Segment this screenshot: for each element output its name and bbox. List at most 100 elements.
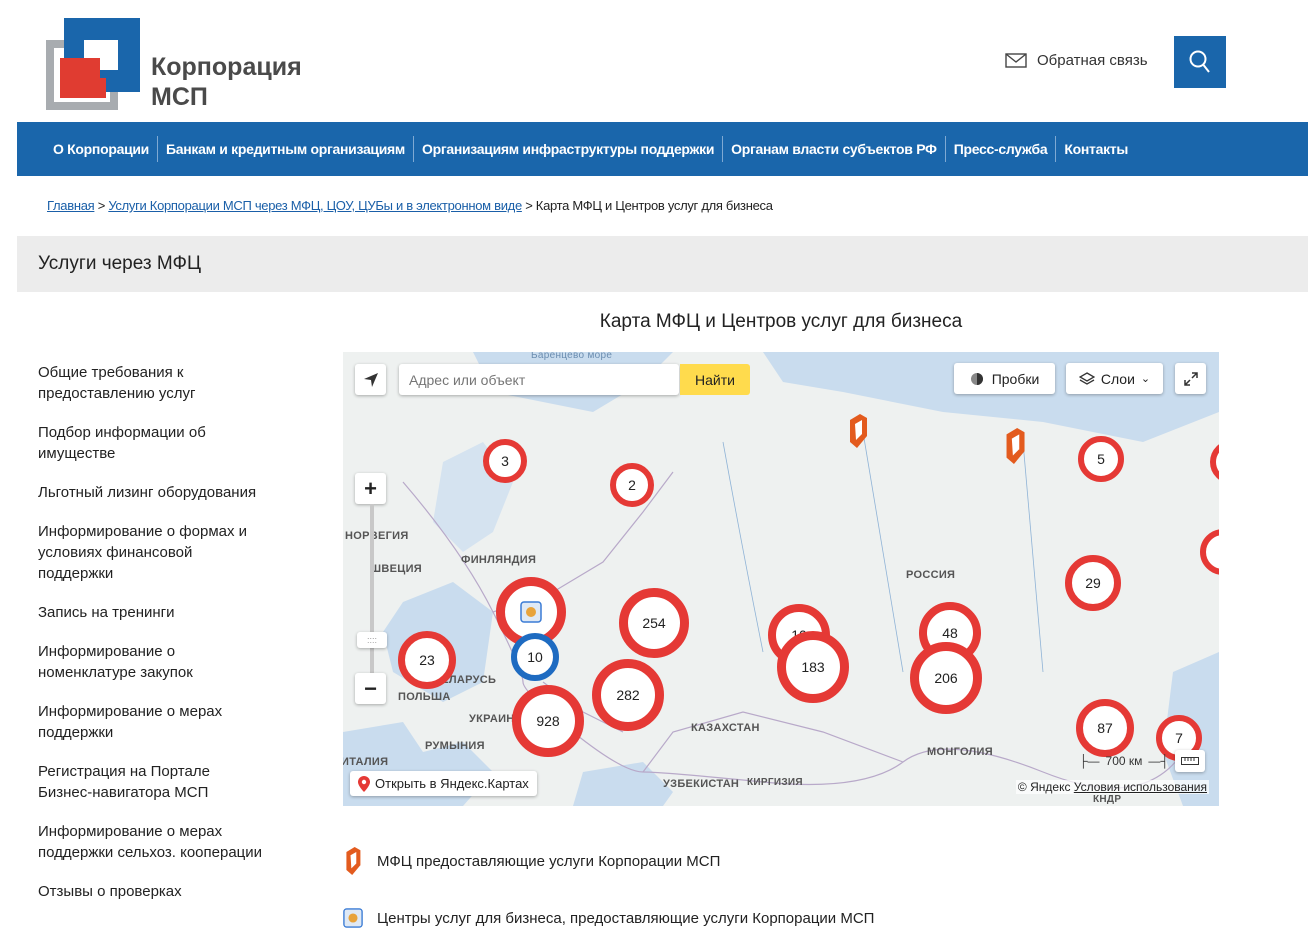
country-label: НОРВЕГИЯ bbox=[345, 530, 409, 542]
scale-bar-right: —┤ bbox=[1148, 754, 1169, 768]
sidebar-item-requirements[interactable]: Общие требования к предоставлению услуг bbox=[38, 362, 263, 404]
navigation-arrow-icon bbox=[363, 372, 378, 387]
map-cluster[interactable]: 183 bbox=[777, 631, 849, 703]
map-cluster[interactable]: 3 bbox=[483, 439, 527, 483]
zoom-slider-track[interactable] bbox=[370, 504, 374, 674]
country-label: Баренцево море bbox=[531, 352, 613, 361]
map-cluster-blue[interactable]: 10 bbox=[511, 633, 559, 681]
legend-mfc: МФЦ предоставляющие услуги Корпорации МС… bbox=[343, 847, 720, 875]
map-cluster[interactable]: 206 bbox=[910, 642, 982, 714]
sidebar-item-property[interactable]: Подбор информации об имуществе bbox=[38, 422, 263, 464]
breadcrumb-current: Карта МФЦ и Центров услуг для бизнеса bbox=[535, 198, 773, 213]
nav-item-banks[interactable]: Банкам и кредитным организациям bbox=[157, 136, 413, 162]
site-header: Корпорация МСП Обратная связь bbox=[17, 0, 1308, 122]
map-cluster[interactable]: 254 bbox=[619, 588, 689, 658]
traffic-button[interactable]: Пробки bbox=[954, 363, 1055, 394]
nav-item-infrastructure[interactable]: Организациям инфраструктуры поддержки bbox=[412, 136, 722, 162]
sidebar-item-financial-support[interactable]: Информирование о формах и условиях финан… bbox=[38, 521, 263, 584]
country-label: РОССИЯ bbox=[906, 569, 956, 581]
search-icon bbox=[1189, 50, 1210, 73]
main-nav: О Корпорации Банкам и кредитным организа… bbox=[17, 122, 1308, 176]
breadcrumb: Главная > Услуги Корпорации МСП через МФ… bbox=[47, 198, 773, 213]
country-label: РУМЫНИЯ bbox=[425, 740, 485, 752]
map-cluster[interactable]: 282 bbox=[592, 659, 664, 731]
country-label: КИРГИЗИЯ bbox=[747, 777, 803, 788]
page-title: Услуги через МФЦ bbox=[38, 253, 201, 274]
feedback-label: Обратная связь bbox=[1037, 52, 1148, 69]
map-search-input[interactable] bbox=[399, 364, 679, 395]
scale-bar-left: ├— bbox=[1079, 754, 1100, 768]
map-pin-icon bbox=[358, 775, 370, 792]
mfc-legend-icon bbox=[346, 847, 361, 875]
country-label: ИТАЛИЯ bbox=[343, 756, 389, 768]
layers-icon bbox=[1078, 371, 1095, 385]
sidebar-item-leasing[interactable]: Льготный лизинг оборудования bbox=[38, 482, 263, 503]
map-cluster[interactable]: 928 bbox=[512, 685, 584, 757]
map-cluster[interactable]: 23 bbox=[398, 631, 456, 689]
country-label: УЗБЕКИСТАН bbox=[663, 778, 740, 790]
yandex-map[interactable]: Баренцево море НОРВЕГИЯ ШВЕЦИЯ ФИНЛЯНДИЯ… bbox=[343, 352, 1219, 806]
sidebar-item-trainings[interactable]: Запись на тренинги bbox=[38, 602, 263, 623]
map-heading: Карта МФЦ и Центров услуг для бизнеса bbox=[599, 311, 963, 332]
section-header: Услуги через МФЦ bbox=[17, 236, 1308, 292]
site-search-button[interactable] bbox=[1174, 36, 1226, 88]
feedback-link[interactable]: Обратная связь bbox=[1005, 52, 1148, 69]
country-label: ШВЕЦИЯ bbox=[370, 563, 422, 575]
fullscreen-button[interactable] bbox=[1175, 363, 1206, 394]
map-cluster[interactable]: 29 bbox=[1065, 555, 1121, 611]
sidebar-item-procurement[interactable]: Информирование о номенклатуре закупок bbox=[38, 641, 263, 683]
map-cluster[interactable]: 2 bbox=[610, 463, 654, 507]
legend-mfc-label: МФЦ предоставляющие услуги Корпорации МС… bbox=[377, 852, 721, 870]
sidebar-item-cooperation[interactable]: Информирование о мерах поддержки сельхоз… bbox=[38, 821, 263, 863]
breadcrumb-home[interactable]: Главная bbox=[47, 198, 95, 213]
zoom-slider-handle[interactable]: :::: bbox=[357, 632, 387, 648]
legend-centers: Центры услуг для бизнеса, предоставляющи… bbox=[343, 908, 874, 928]
map-find-button[interactable]: Найти bbox=[680, 364, 750, 395]
breadcrumb-services[interactable]: Услуги Корпорации МСП через МФЦ, ЦОУ, ЦУ… bbox=[108, 198, 522, 213]
logo-line1: Корпорация bbox=[151, 53, 302, 81]
copyright-text: © Яндекс bbox=[1017, 780, 1071, 794]
nav-item-contacts[interactable]: Контакты bbox=[1055, 136, 1136, 162]
country-label: КАЗАХСТАН bbox=[691, 722, 760, 734]
legend-centers-label: Центры услуг для бизнеса, предоставляющи… bbox=[377, 909, 875, 927]
ruler-icon bbox=[1180, 757, 1199, 765]
nav-item-press[interactable]: Пресс-служба bbox=[944, 136, 1056, 162]
nav-item-authorities[interactable]: Органам власти субъектов РФ bbox=[722, 136, 945, 162]
expand-icon bbox=[1183, 371, 1198, 386]
geolocation-button[interactable] bbox=[355, 364, 386, 395]
country-label: КНДР bbox=[1093, 794, 1122, 805]
map-cluster[interactable]: 87 bbox=[1076, 699, 1134, 757]
mfc-pin-icon[interactable] bbox=[1002, 428, 1028, 464]
map-scale: ├— 700 км —┤ bbox=[1079, 750, 1205, 772]
open-in-yandex-label: Открыть в Яндекс.Картах bbox=[375, 776, 529, 791]
map-copyright: © Яндекс Условия использования bbox=[1015, 780, 1209, 794]
chevron-down-icon: ⌄ bbox=[1140, 373, 1151, 385]
corporation-logo[interactable] bbox=[46, 18, 140, 110]
zoom-in-button[interactable]: + bbox=[355, 473, 386, 504]
layers-label: Слои bbox=[1100, 370, 1135, 387]
open-in-yandex-button[interactable]: Открыть в Яндекс.Картах bbox=[350, 771, 537, 796]
map-search-field[interactable] bbox=[399, 364, 679, 395]
sidebar-item-support-measures[interactable]: Информирование о мерах поддержки bbox=[38, 701, 263, 743]
sidebar-item-inspections[interactable]: Отзывы о проверках bbox=[38, 881, 263, 902]
logo-title[interactable]: Корпорация МСП bbox=[151, 52, 302, 112]
breadcrumb-separator: > bbox=[525, 198, 533, 213]
mail-icon bbox=[1005, 53, 1027, 68]
logo-line2: МСП bbox=[151, 83, 208, 111]
business-center-legend-icon bbox=[343, 908, 363, 928]
country-label: ФИНЛЯНДИЯ bbox=[461, 554, 537, 566]
scale-label: 700 км bbox=[1105, 754, 1143, 768]
map-cluster[interactable]: 5 bbox=[1078, 436, 1124, 482]
nav-item-about[interactable]: О Корпорации bbox=[53, 136, 157, 162]
terms-link[interactable]: Условия использования bbox=[1074, 780, 1207, 794]
ruler-button[interactable] bbox=[1174, 750, 1205, 772]
layers-button[interactable]: Слои ⌄ bbox=[1066, 363, 1163, 394]
mfc-pin-icon[interactable] bbox=[847, 414, 869, 448]
traffic-label: Пробки bbox=[991, 370, 1040, 387]
country-label: МОНГОЛИЯ bbox=[927, 746, 993, 758]
sidebar-item-navigator[interactable]: Регистрация на Портале Бизнес-навигатора… bbox=[38, 761, 263, 803]
business-center-pin-icon bbox=[520, 601, 542, 623]
sidebar-menu: Общие требования к предоставлению услуг … bbox=[38, 362, 288, 920]
breadcrumb-separator: > bbox=[97, 198, 106, 213]
zoom-out-button[interactable]: − bbox=[355, 673, 386, 704]
